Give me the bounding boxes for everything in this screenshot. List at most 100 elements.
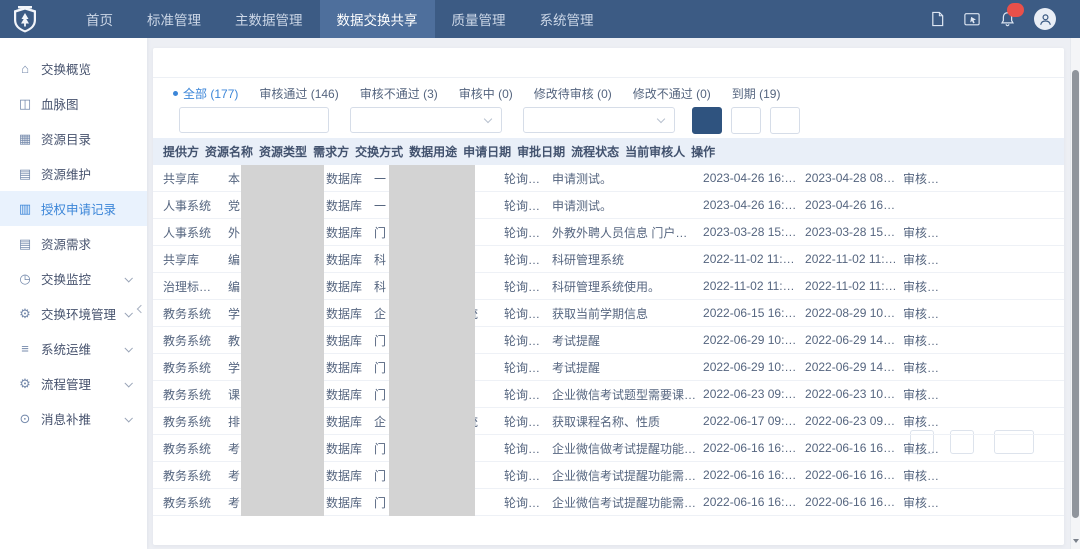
cell-exchange-mode: 轮询交换 — [504, 440, 552, 457]
consumer-system-select[interactable] — [523, 107, 675, 133]
app-window: 首页 标准管理 主数据管理 数据交换共享 质量管理 系统管理 — [0, 0, 1080, 549]
sidebar-item-exchange-environment[interactable]: ⚙ 交换环境管理 — [0, 296, 147, 331]
cell-status: 审核完成 — [903, 467, 951, 484]
sidebar: ⌂ 交换概览 ◫ 血脉图 ▦ 资源目录 ▤ 资源维护 ▥ 授权申请记录 ▤ — [0, 38, 147, 549]
table-body: 共享库 本 数据库 一 轮询交换 申请测试。 2023-04-26 16:16:… — [153, 165, 1064, 516]
cell-status: 审核完成 — [903, 332, 951, 349]
sidebar-item-authorization-request-records[interactable]: ▥ 授权申请记录 — [0, 191, 147, 226]
cell-provider: 人事系统 — [163, 197, 228, 214]
filter-tab[interactable]: 到期 (19) — [732, 85, 781, 102]
top-menu: 首页 标准管理 主数据管理 数据交换共享 质量管理 系统管理 — [69, 0, 611, 38]
cell-apply-date: 2022-06-29 10:09:36 — [703, 333, 805, 347]
cell-resource-type: 数据库 — [326, 251, 374, 268]
filter-bar — [153, 104, 1064, 138]
cell-status: 审核完成 — [903, 359, 951, 376]
nav-system-management[interactable]: 系统管理 — [523, 0, 611, 38]
main-area: ⌂ 交换概览 ◫ 血脉图 ▦ 资源目录 ▤ 资源维护 ▥ 授权申请记录 ▤ — [0, 38, 1080, 549]
cell-provider: 教务系统 — [163, 440, 228, 457]
sidebar-item-resource-demand[interactable]: ▤ 资源需求 — [0, 226, 147, 261]
filter-tab[interactable]: 修改不通过 (0) — [633, 85, 711, 102]
column-header: 操作 — [691, 143, 721, 160]
cell-exchange-mode: 轮询交换 — [504, 332, 552, 349]
cell-provider: 治理标准库 — [163, 278, 228, 295]
filter-tab-label: 到期 (19) — [732, 85, 781, 102]
cell-resource-type: 数据库 — [326, 467, 374, 484]
filter-tab[interactable]: 审核中 (0) — [459, 85, 513, 102]
cell-provider: 教务系统 — [163, 305, 228, 322]
search-button[interactable] — [692, 107, 722, 134]
cell-resource-type: 数据库 — [326, 224, 374, 241]
sidebar-item-resource-catalog[interactable]: ▦ 资源目录 — [0, 121, 147, 156]
cell-data-usage: 科研管理系统 — [552, 251, 703, 268]
chevron-down-icon — [657, 115, 665, 123]
cell-approve-date: 2022-06-23 09:49:00 — [805, 414, 903, 428]
nav-home[interactable]: 首页 — [69, 0, 130, 38]
cell-approve-date: 2022-06-29 14:12:17 — [805, 333, 903, 347]
redaction-overlay — [241, 165, 324, 516]
notification-bell-icon[interactable] — [999, 11, 1015, 27]
list-icon: ≡ — [18, 341, 32, 356]
cell-provider: 教务系统 — [163, 359, 228, 376]
cell-resource-type: 数据库 — [326, 440, 374, 457]
cell-data-usage: 申请测试。 — [552, 197, 703, 214]
cell-approve-date: 2023-04-28 08:27:02 — [805, 171, 903, 185]
scrollbar-thumb[interactable] — [1072, 70, 1079, 518]
sidebar-item-exchange-overview[interactable]: ⌂ 交换概览 — [0, 51, 147, 86]
filter-tab[interactable]: 全部 (177) — [173, 85, 238, 102]
column-header: 提供方 — [163, 143, 205, 160]
document-icon[interactable] — [929, 11, 945, 27]
column-header: 当前审核人 — [625, 143, 691, 160]
column-header: 流程状态 — [571, 143, 625, 160]
filter-tab[interactable]: 审核不通过 (3) — [360, 85, 438, 102]
reset-button[interactable] — [731, 107, 761, 134]
cell-data-usage: 获取课程名称、性质 — [552, 413, 703, 430]
cell-apply-date: 2022-11-02 11:27:25 — [703, 252, 805, 266]
nav-data-exchange-sharing[interactable]: 数据交换共享 — [320, 0, 435, 38]
screen-share-icon[interactable] — [964, 11, 980, 27]
cell-exchange-mode: 轮询交换 — [504, 359, 552, 376]
user-avatar[interactable] — [1034, 8, 1056, 30]
sidebar-item-resource-maintenance[interactable]: ▤ 资源维护 — [0, 156, 147, 191]
cell-provider: 共享库 — [163, 251, 228, 268]
cell-exchange-mode: 轮询交换 — [504, 170, 552, 187]
sidebar-item-lineage-map[interactable]: ◫ 血脉图 — [0, 86, 147, 121]
column-header: 审批日期 — [517, 143, 571, 160]
sidebar-item-system-operations[interactable]: ≡ 系统运维 — [0, 331, 147, 366]
sidebar-item-label: 交换监控 — [41, 269, 91, 288]
sidebar-item-message-repush[interactable]: ⊙ 消息补推 — [0, 401, 147, 436]
cell-provider: 教务系统 — [163, 413, 228, 430]
nav-master-data-management[interactable]: 主数据管理 — [218, 0, 320, 38]
nav-quality-management[interactable]: 质量管理 — [435, 0, 523, 38]
vertical-scrollbar[interactable] — [1070, 38, 1080, 549]
cell-apply-date: 2023-04-26 16:16:16 — [703, 171, 805, 185]
column-header: 交换方式 — [355, 143, 409, 160]
sidebar-item-process-management[interactable]: ⚙ 流程管理 — [0, 366, 147, 401]
filter-tab[interactable]: 修改待审核 (0) — [534, 85, 612, 102]
sidebar-item-label: 资源维护 — [41, 164, 91, 183]
nav-standard-management[interactable]: 标准管理 — [130, 0, 218, 38]
cell-data-usage: 科研管理系统使用。 — [552, 278, 703, 295]
catalog-grid-icon: ▦ — [18, 131, 32, 147]
provider-system-select[interactable] — [350, 107, 502, 133]
cell-data-usage: 企业微信考试提醒功能需要获取考... — [552, 467, 703, 484]
export-excel-button[interactable] — [770, 107, 800, 134]
sidebar-item-label: 资源目录 — [41, 129, 91, 148]
cell-data-usage: 企业微信考试提醒功能需要考试数据 — [552, 494, 703, 511]
column-header: 资源类型 — [259, 143, 313, 160]
file-demand-icon: ▤ — [18, 236, 32, 252]
cell-exchange-mode: 轮询交换 — [504, 413, 552, 430]
file-record-icon: ▥ — [18, 201, 32, 217]
cell-resource-type: 数据库 — [326, 170, 374, 187]
clock-monitor-icon: ◷ — [18, 271, 32, 287]
cell-resource-type: 数据库 — [326, 494, 374, 511]
filter-tab[interactable]: 审核通过 (146) — [259, 85, 338, 102]
resource-name-input[interactable] — [179, 107, 329, 133]
sidebar-item-exchange-monitoring[interactable]: ◷ 交换监控 — [0, 261, 147, 296]
cell-status: 审核完成 — [903, 413, 951, 430]
chevron-down-icon — [124, 379, 132, 387]
cell-status: 审核完成 — [903, 386, 951, 403]
column-header: 需求方 — [313, 143, 355, 160]
scrollbar-down-arrow-icon[interactable] — [1073, 539, 1079, 546]
filter-tab-label: 审核通过 (146) — [259, 85, 338, 102]
filter-tab-label: 修改不通过 (0) — [633, 85, 711, 102]
